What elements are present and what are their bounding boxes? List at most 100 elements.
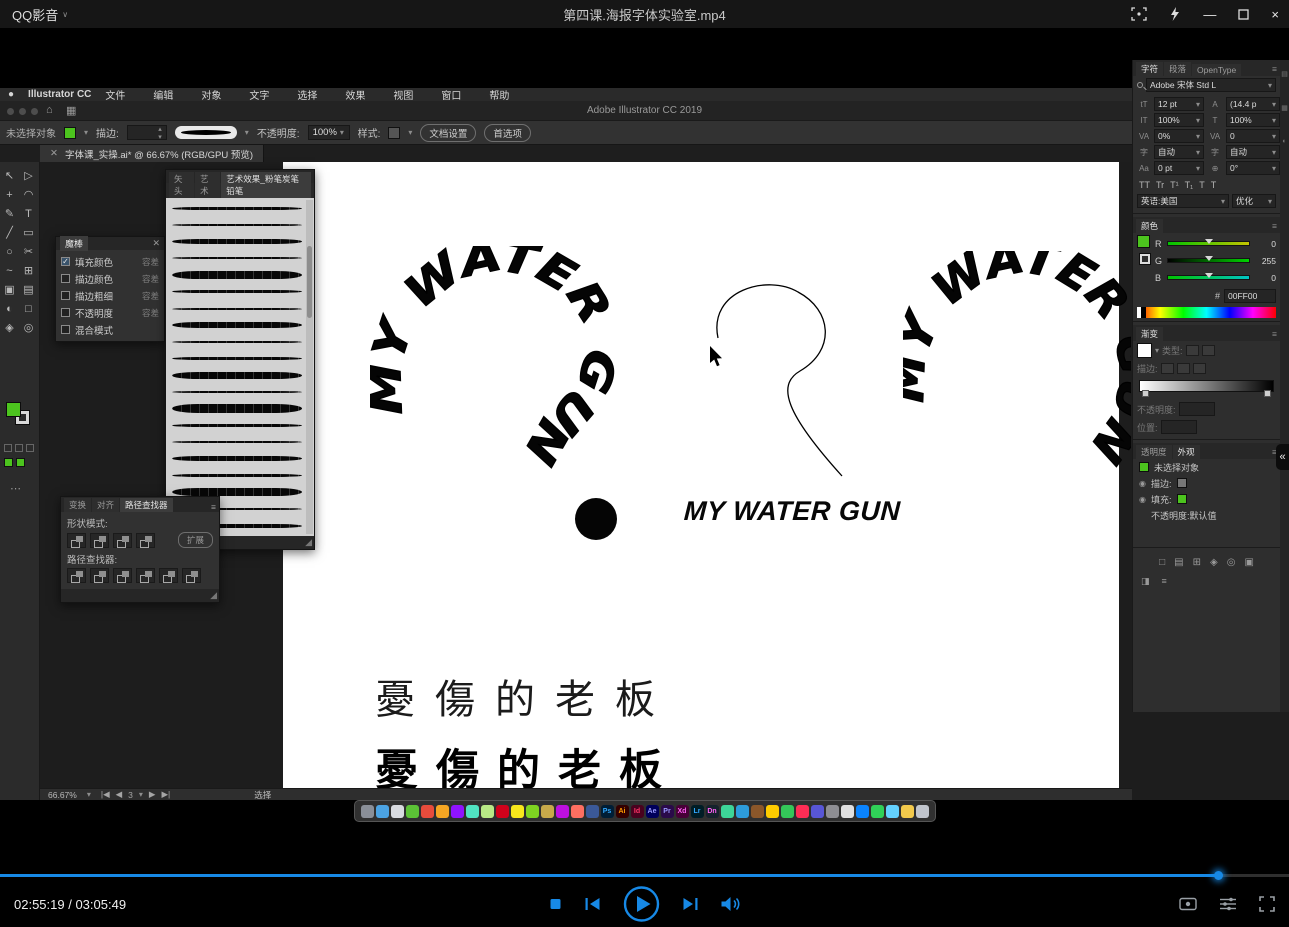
brush-tab-active[interactable]: 艺术效果_粉笔炭笔铅笔 (221, 172, 311, 198)
scrollbar[interactable] (306, 200, 313, 534)
dock-app-icon[interactable] (511, 805, 524, 818)
dock-app-icon[interactable] (421, 805, 434, 818)
menu-item[interactable]: 帮助 (489, 87, 509, 102)
pathfinder-button[interactable] (90, 568, 109, 583)
gradient-stop[interactable] (1264, 390, 1271, 397)
style-swatch[interactable] (388, 127, 400, 139)
brush-item[interactable] (172, 384, 302, 401)
linear-gradient-button[interactable] (1186, 345, 1199, 356)
char-style-button[interactable]: T (1199, 180, 1205, 190)
pen-tool[interactable]: ✎ (0, 204, 19, 223)
brush-item[interactable] (172, 200, 302, 217)
brush-item[interactable] (172, 217, 302, 234)
menu-item[interactable]: 选择 (297, 87, 317, 102)
pathfinder-button[interactable] (159, 568, 178, 583)
dock-app-icon[interactable] (526, 805, 539, 818)
more-tools-icon[interactable]: ⋯ (10, 482, 22, 495)
dock-app-icon[interactable] (796, 805, 809, 818)
close-icon[interactable]: ✕ (50, 148, 58, 159)
progress-handle[interactable] (1214, 871, 1223, 880)
checkbox[interactable] (61, 325, 70, 334)
app-menu[interactable]: Illustrator CC (28, 89, 91, 100)
dock-app-icon[interactable] (766, 805, 779, 818)
dock-icon[interactable]: ▤ (1281, 70, 1288, 78)
dock-app-icon[interactable] (496, 805, 509, 818)
gradient-tab[interactable]: 渐变 (1136, 327, 1163, 341)
straight-water-gun-text[interactable]: MY WATER GUN (683, 496, 901, 527)
layers-icon[interactable]: ▤ (1174, 557, 1183, 568)
panel-collapse-handle[interactable]: « (1276, 444, 1289, 470)
brush-item[interactable] (172, 350, 302, 367)
zoom-level[interactable]: 66.67% (48, 790, 77, 800)
dock-app-icon[interactable] (466, 805, 479, 818)
char-setting-field[interactable]: 自动▾ (1154, 145, 1204, 159)
artboards-panel-icon[interactable]: ◨ (1141, 576, 1150, 587)
paragraph-tab[interactable]: 段落 (1164, 62, 1191, 76)
draw-mode-buttons[interactable] (4, 444, 34, 452)
fill-stroke-indicator[interactable] (6, 402, 29, 424)
direct-selection-tool[interactable]: ▷ (19, 166, 38, 185)
brush-item[interactable] (172, 233, 302, 250)
brush-item[interactable] (172, 300, 302, 317)
align-tab[interactable]: 对齐 (92, 498, 119, 512)
menu-item[interactable]: 对象 (201, 87, 221, 102)
zoom-tool[interactable]: ◎ (19, 318, 38, 337)
color-stroke-swatch[interactable] (1140, 254, 1150, 264)
visibility-eye-icon[interactable]: ◉ (1139, 479, 1146, 488)
pathfinder-tab[interactable]: 路径查找器 (120, 498, 173, 512)
selection-tool[interactable]: ↖ (0, 166, 19, 185)
gradient-stop[interactable] (1142, 390, 1149, 397)
preferences-button[interactable]: 首选项 (484, 124, 531, 142)
char-setting-field[interactable]: (14.4 p▾ (1226, 97, 1280, 111)
magic-wand-tab[interactable]: 魔棒 (60, 236, 88, 251)
type-tool[interactable]: T (19, 204, 38, 223)
character-tab[interactable]: 字符 (1136, 62, 1163, 76)
char-setting-field[interactable]: 0▾ (1226, 129, 1280, 143)
brush-item[interactable] (172, 267, 302, 284)
resize-handle-icon[interactable]: ◢ (210, 590, 217, 601)
stroke-weight-field[interactable]: ▴▾ (127, 125, 167, 140)
apple-menu-icon[interactable]: ● (8, 89, 14, 100)
dock-app-icon[interactable] (736, 805, 749, 818)
char-style-button[interactable]: TT (1139, 180, 1150, 190)
dock-app-icon[interactable] (811, 805, 824, 818)
chinese-text-line-1[interactable]: 憂傷的老板 (375, 667, 675, 725)
language-field[interactable]: 英语:美国▾ (1137, 194, 1229, 208)
transparency-tab[interactable]: 透明度 (1136, 445, 1172, 459)
char-setting-field[interactable]: 100%▾ (1154, 113, 1204, 127)
expand-button[interactable]: 扩展 (178, 532, 213, 548)
fullscreen-icon[interactable] (1259, 896, 1275, 912)
trash-icon[interactable]: ▣ (1244, 557, 1253, 568)
home-icon[interactable]: ⌂ (46, 104, 53, 116)
appearance-opacity-row[interactable]: 不透明度:默认值 (1151, 509, 1217, 522)
brush-item[interactable] (172, 451, 302, 468)
appearance-fill-label[interactable]: 填充: (1151, 493, 1172, 506)
dock-app-icon[interactable] (406, 805, 419, 818)
antialias-field[interactable]: 优化▾ (1232, 194, 1276, 208)
menu-item[interactable]: 效果 (345, 87, 365, 102)
pathfinder-button[interactable] (67, 568, 86, 583)
brush-item[interactable] (172, 284, 302, 301)
dock-app-icon[interactable]: Lr (691, 805, 704, 818)
play-button[interactable] (622, 885, 660, 923)
dock-app-icon[interactable] (376, 805, 389, 818)
char-style-button[interactable]: T¹ (1170, 180, 1179, 190)
dock-app-icon[interactable] (916, 805, 929, 818)
arrange-icon[interactable]: ▦ (66, 104, 76, 117)
char-setting-field[interactable]: 0°▾ (1226, 161, 1280, 175)
question-mark-outline-path[interactable] (688, 276, 873, 488)
dock-app-icon[interactable] (451, 805, 464, 818)
layers-panel-icon[interactable]: ≡ (1162, 576, 1167, 587)
checkbox[interactable] (61, 274, 70, 283)
panel-menu-icon[interactable]: ≡ (211, 502, 216, 512)
dock-app-icon[interactable] (556, 805, 569, 818)
fill-swatch[interactable] (64, 127, 76, 139)
stroke-gradient-option[interactable] (1161, 363, 1174, 374)
close-icon[interactable]: ✕ (152, 238, 160, 249)
checkbox[interactable] (61, 308, 70, 317)
artboard-canvas[interactable]: MY WATER GUN MY WATER GUN MY WATER GUN 憂… (283, 162, 1119, 788)
next-artboard-icon[interactable]: ▶ (149, 789, 156, 800)
visibility-eye-icon[interactable]: ◉ (1139, 495, 1146, 504)
dock-app-icon[interactable] (886, 805, 899, 818)
magic-wand-tool[interactable]: + (0, 185, 19, 204)
